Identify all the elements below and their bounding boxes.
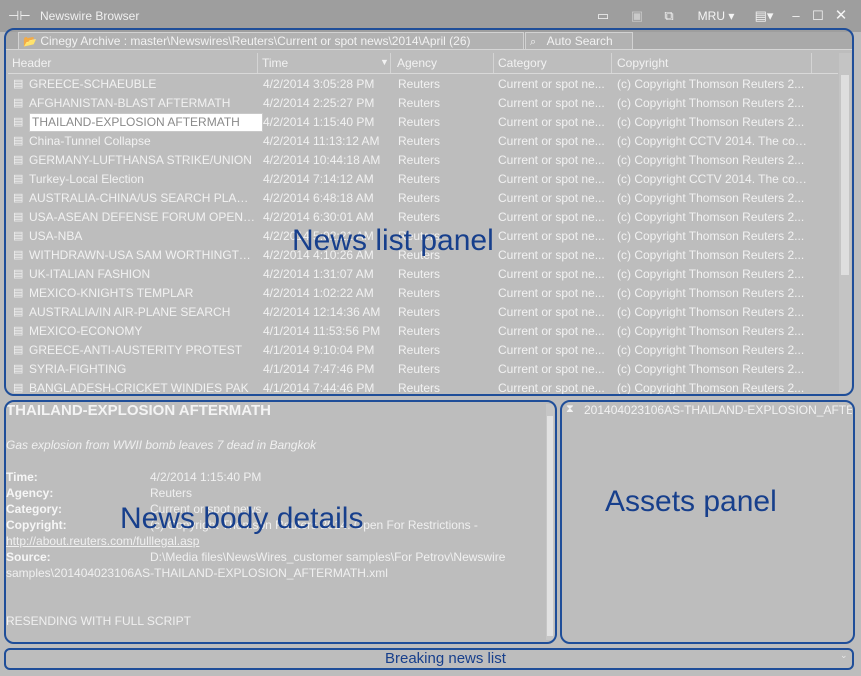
window-layout-icon[interactable]: ▤▾ bbox=[750, 6, 778, 26]
panel-layout-icon[interactable]: ▭ bbox=[592, 6, 614, 26]
save-icon[interactable]: ▣ bbox=[626, 6, 648, 26]
news-list-panel-outline bbox=[4, 28, 854, 396]
pin-icon[interactable]: ⊣⊢ bbox=[8, 8, 31, 24]
minimize-icon[interactable]: – bbox=[788, 6, 804, 26]
maximize-icon[interactable]: ☐ bbox=[810, 6, 826, 26]
news-body-panel-label: News body details bbox=[120, 502, 364, 535]
news-list-panel-label: News list panel bbox=[292, 224, 494, 257]
assets-panel-outline bbox=[560, 400, 855, 644]
mru-dropdown[interactable]: MRU ▾ bbox=[692, 6, 740, 26]
breaking-news-list-label[interactable]: Breaking news list bbox=[385, 650, 506, 667]
close-icon[interactable]: ✕ bbox=[832, 6, 850, 26]
copy-icon[interactable]: ⧉ bbox=[658, 6, 680, 26]
window-title: Newswire Browser bbox=[40, 9, 140, 23]
assets-panel-label: Assets panel bbox=[605, 485, 777, 518]
